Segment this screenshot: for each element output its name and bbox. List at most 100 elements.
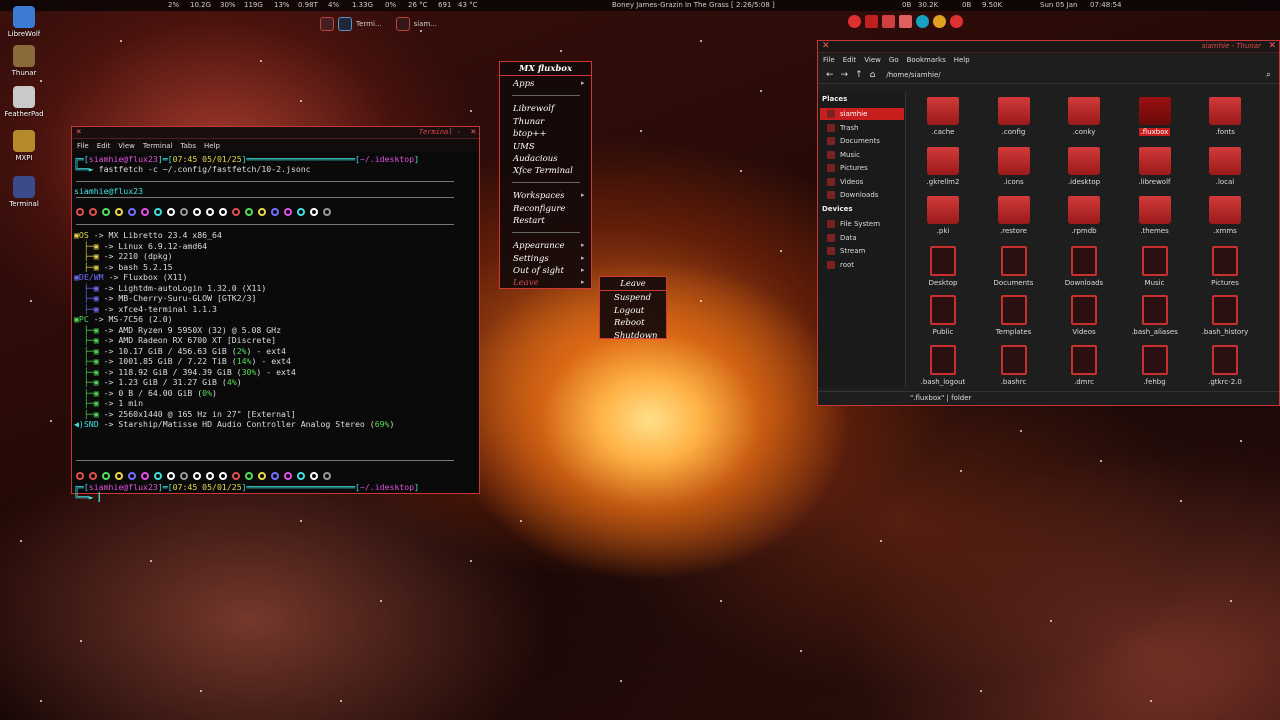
close-icon[interactable]: ✕	[822, 41, 830, 51]
sidebar-device-data[interactable]: Data	[820, 232, 904, 244]
file-item[interactable]: .bash_history	[1190, 290, 1260, 336]
terminal-menu-item[interactable]: File	[77, 142, 89, 150]
close-icon[interactable]: ✕	[1268, 41, 1276, 51]
thunar-menu-item[interactable]: File	[823, 56, 835, 64]
home-task-icon[interactable]	[395, 17, 410, 31]
menu-item-xfce-terminal[interactable]: Xfce Terminal	[513, 166, 573, 176]
thunar-menu-item[interactable]: Edit	[843, 56, 857, 64]
terminal-menu-item[interactable]: View	[118, 142, 135, 150]
file-item[interactable]: .dmrc	[1049, 340, 1119, 386]
update-icon[interactable]	[933, 15, 946, 28]
submenu-item-suspend[interactable]: Suspend	[614, 293, 651, 303]
sidebar-item-pictures[interactable]: Pictures	[820, 162, 904, 174]
file-item[interactable]: .librewolf	[1120, 142, 1190, 186]
file-item[interactable]: .fehbg	[1120, 340, 1190, 386]
thunar-menu-item[interactable]: Go	[889, 56, 899, 64]
file-item[interactable]: .bashrc	[979, 340, 1049, 386]
file-item[interactable]: .icons	[979, 142, 1049, 186]
sidebar-item-documents[interactable]: Documents	[820, 135, 904, 147]
file-item[interactable]: .fluxbox	[1120, 92, 1190, 136]
file-item[interactable]: Pictures	[1190, 241, 1260, 287]
desktop-icon-mxpi[interactable]: MXPI	[2, 130, 46, 162]
menu-item-btop-[interactable]: btop++	[513, 129, 547, 139]
search-icon[interactable]: ⌕	[1266, 70, 1271, 80]
thunar-menu-item[interactable]: Bookmarks	[907, 56, 946, 64]
power-icon[interactable]	[950, 15, 963, 28]
menu-item-librewolf[interactable]: Librewolf	[513, 104, 554, 114]
terminal-output[interactable]: ╔═[siamhie@flux23]═[07:45 05/01/25]═════…	[72, 152, 479, 502]
terminal-menu-item[interactable]: Terminal	[143, 142, 173, 150]
file-item[interactable]: .idesktop	[1049, 142, 1119, 186]
file-item[interactable]: .config	[979, 92, 1049, 136]
terminal-menu-item[interactable]: Help	[204, 142, 220, 150]
file-item[interactable]: .bash_aliases	[1120, 290, 1190, 336]
home-icon[interactable]: ⌂	[870, 70, 876, 80]
calendar-icon[interactable]	[899, 15, 912, 28]
menu-item-settings[interactable]: Settings ▸	[513, 254, 585, 264]
back-icon[interactable]: ←	[826, 70, 834, 80]
file-item[interactable]: Music	[1120, 241, 1190, 287]
submenu-item-shutdown[interactable]: Shutdown	[614, 331, 658, 341]
file-item[interactable]: .local	[1190, 142, 1260, 186]
file-item[interactable]: Desktop	[908, 241, 978, 287]
file-item[interactable]: .rpmdb	[1049, 191, 1119, 235]
menu-item-apps[interactable]: Apps ▸	[513, 79, 585, 89]
file-item[interactable]: .cache	[908, 92, 978, 136]
file-item[interactable]: .fonts	[1190, 92, 1260, 136]
terminal-menu-item[interactable]: Tabs	[181, 142, 197, 150]
sidebar-item-downloads[interactable]: Downloads	[820, 189, 904, 201]
sidebar-item-trash[interactable]: Trash	[820, 122, 904, 134]
menu-item-out-of-sight[interactable]: Out of sight ▸	[513, 266, 585, 276]
menu-item-audacious[interactable]: Audacious	[513, 154, 558, 164]
now-playing[interactable]: Boney James-Grazin In The Grass [ 2:26/5…	[612, 1, 775, 9]
file-item[interactable]: .xmms	[1190, 191, 1260, 235]
file-item[interactable]: Templates	[979, 290, 1049, 336]
file-item[interactable]: .gtkrc-2.0	[1190, 340, 1260, 386]
file-item[interactable]: .conky	[1049, 92, 1119, 136]
file-item[interactable]: Downloads	[1049, 241, 1119, 287]
sidebar-item-videos[interactable]: Videos	[820, 176, 904, 188]
desktop-icon-librewolf[interactable]: LibreWolf	[2, 6, 46, 38]
terminal-window[interactable]: ✕ Terminal - ✕ File Edit View Terminal Tabs H…	[71, 126, 480, 502]
up-icon[interactable]: ↑	[855, 70, 863, 80]
mixer-icon[interactable]	[882, 15, 895, 28]
sidebar-device-stream[interactable]: Stream	[820, 245, 904, 257]
file-item[interactable]: Videos	[1049, 290, 1119, 336]
file-item[interactable]: .bash_logout	[908, 340, 978, 386]
task-thunar[interactable]: siam...	[414, 20, 437, 28]
menu-item-leave[interactable]: Leave ▸	[513, 278, 585, 288]
menu-item-ums[interactable]: UMS	[513, 142, 535, 152]
file-item[interactable]: .restore	[979, 191, 1049, 235]
close-icon[interactable]: ✕	[76, 127, 81, 137]
file-item[interactable]: Public	[908, 290, 978, 336]
file-item[interactable]: .themes	[1120, 191, 1190, 235]
menu-item-reconfigure[interactable]: Reconfigure	[513, 204, 565, 214]
lock-icon[interactable]	[848, 15, 861, 28]
sidebar-item-siamhie[interactable]: siamhie	[820, 108, 904, 120]
menu-item-workspaces[interactable]: Workspaces ▸	[513, 191, 585, 201]
thunar-menu-item[interactable]: Help	[954, 56, 970, 64]
sidebar-device-file-system[interactable]: File System	[820, 218, 904, 230]
desktop-icon-thunar[interactable]: Thunar	[2, 45, 46, 77]
menu-item-appearance[interactable]: Appearance ▸	[513, 241, 585, 251]
terminal-task-icon[interactable]	[338, 17, 352, 31]
menu-item-restart[interactable]: Restart	[513, 216, 545, 226]
file-item[interactable]: Documents	[979, 241, 1049, 287]
terminal-menu-item[interactable]: Edit	[97, 142, 111, 150]
thunar-menu-item[interactable]: View	[864, 56, 881, 64]
submenu-item-reboot[interactable]: Reboot	[614, 318, 645, 328]
thunar-window[interactable]: ✕ siamhie - Thunar ✕ File Edit View Go Bookm…	[817, 40, 1280, 406]
heart-icon[interactable]	[865, 15, 878, 28]
file-item[interactable]: .gkrellm2	[908, 142, 978, 186]
menu-item-thunar[interactable]: Thunar	[513, 117, 544, 127]
thunar-titlebar[interactable]: ✕ siamhie - Thunar ✕	[818, 41, 1279, 53]
desktop-icon-featherpad[interactable]: FeatherPad	[2, 86, 46, 118]
task-terminal[interactable]: Termi...	[356, 20, 382, 28]
file-item[interactable]: .pki	[908, 191, 978, 235]
sidebar-device-root[interactable]: root	[820, 259, 904, 271]
close-icon[interactable]: ✕	[471, 127, 476, 137]
network-icon[interactable]	[916, 15, 929, 28]
sidebar-item-music[interactable]: Music	[820, 149, 904, 161]
forward-icon[interactable]: →	[841, 70, 849, 80]
submenu-item-logout[interactable]: Logout	[614, 306, 644, 316]
